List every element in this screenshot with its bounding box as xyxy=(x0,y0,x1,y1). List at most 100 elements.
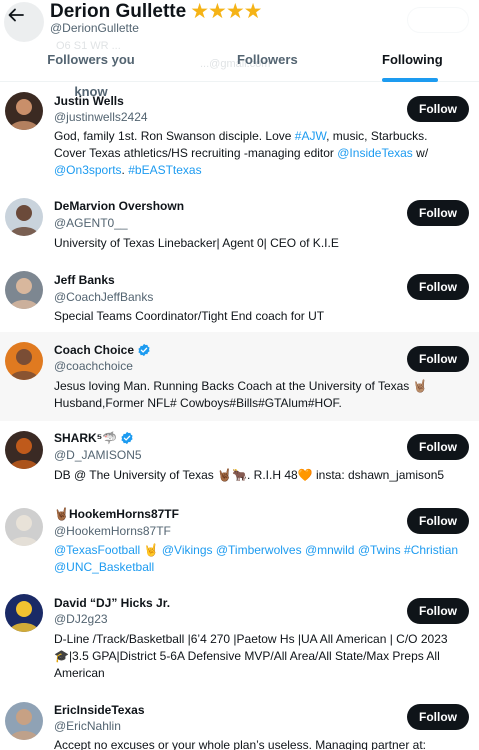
user-name-row[interactable]: SHARK⁵🦈 xyxy=(54,431,134,445)
user-handle: @justinwells2424 xyxy=(54,110,148,124)
user-handle: @CoachJeffBanks xyxy=(54,290,154,304)
user-bio: D-Line /Track/Basketball |6’4 270 |Paeto… xyxy=(54,631,472,682)
user-bio: Jesus loving Man. Running Backs Coach at… xyxy=(54,378,472,412)
mention-link[interactable]: @UNC_Basketball xyxy=(54,560,154,574)
avatar[interactable] xyxy=(5,702,43,740)
mention-link[interactable]: @On3sports xyxy=(54,163,122,177)
avatar[interactable] xyxy=(5,92,43,130)
avatar[interactable] xyxy=(5,198,43,236)
user-name[interactable]: SHARK⁵🦈 xyxy=(54,431,117,445)
user-cell[interactable]: Coach Choice @coachchoice Jesus loving Man… xyxy=(0,332,479,421)
user-name[interactable]: Jeff Banks xyxy=(54,273,115,287)
user-name[interactable]: 🤘🏾HookemHorns87TF xyxy=(54,507,179,521)
avatar[interactable] xyxy=(5,508,43,546)
user-cell[interactable]: 🤘🏾HookemHorns87TF @HookemHorns87TF @TexasF… xyxy=(0,502,479,585)
follow-button[interactable]: Follow xyxy=(407,508,469,534)
bio-text: 🤘 xyxy=(140,543,162,557)
user-bio: DB @ The University of Texas 🤘🏾🐂. R.I.H … xyxy=(54,467,472,484)
mention-link[interactable]: @InsideTexas xyxy=(337,146,413,160)
user-name[interactable]: David “DJ” Hicks Jr. xyxy=(54,596,170,610)
hashtag-link[interactable]: #bEASTtexas xyxy=(128,163,201,177)
mention-link[interactable]: @mnwild xyxy=(305,543,355,557)
user-handle: @EricNahlin xyxy=(54,719,121,733)
bio-text: God, family 1st. Ron Swanson disciple. L… xyxy=(54,129,295,143)
user-name-row[interactable]: EricInsideTexas xyxy=(54,703,145,717)
ghost-follow-button xyxy=(407,7,469,33)
mention-link[interactable]: @TexasFootball xyxy=(54,543,140,557)
mention-link[interactable]: @Timberwolves xyxy=(216,543,302,557)
user-name[interactable]: EricInsideTexas xyxy=(54,703,145,717)
avatar[interactable] xyxy=(5,271,43,309)
user-name-row[interactable]: Jeff Banks xyxy=(54,273,115,287)
bio-text: Jesus loving Man. Running Backs Coach at… xyxy=(54,379,428,393)
bio-text: , music, Starbucks. xyxy=(326,129,428,143)
user-name[interactable]: Coach Choice xyxy=(54,343,134,357)
bio-text: Accept no excuses or your whole plan’s u… xyxy=(54,738,426,750)
mention-link[interactable]: @Twins xyxy=(358,543,401,557)
user-bio: University of Texas Linebacker| Agent 0|… xyxy=(54,235,472,252)
profile-header: O6 S1 WR ... ...@gmail.com Derion Gullet… xyxy=(0,0,479,99)
hashtag-link[interactable]: #Christian xyxy=(404,543,458,557)
user-bio: @TexasFootball 🤘 @Vikings @Timberwolves … xyxy=(54,542,472,576)
user-bio: God, family 1st. Ron Swanson disciple. L… xyxy=(54,128,472,179)
bio-text: Cover Texas athletics/HS recruiting -man… xyxy=(54,146,338,160)
user-name-row[interactable]: David “DJ” Hicks Jr. xyxy=(54,596,170,610)
user-bio: Accept no excuses or your whole plan’s u… xyxy=(54,737,472,750)
user-name[interactable]: Justin Wells xyxy=(54,94,124,108)
tab-label: Followers xyxy=(237,52,298,67)
user-handle: @D_JAMISON5 xyxy=(54,448,142,462)
user-handle: @coachchoice xyxy=(54,359,133,373)
follow-button[interactable]: Follow xyxy=(407,96,469,122)
avatar[interactable] xyxy=(5,342,43,380)
back-arrow-icon[interactable] xyxy=(6,5,26,25)
person-avatar-icon xyxy=(9,438,39,469)
mention-link[interactable]: @Vikings xyxy=(162,543,213,557)
person-avatar-icon xyxy=(9,205,39,236)
follow-button[interactable]: Follow xyxy=(407,346,469,372)
bio-text: American xyxy=(54,666,105,680)
verified-badge-icon xyxy=(137,343,151,357)
user-cell[interactable]: Justin Wells @justinwells2424 God, family … xyxy=(0,82,479,189)
user-cell[interactable]: EricInsideTexas @EricNahlin Accept no excu… xyxy=(0,695,479,750)
bio-text: University of Texas Linebacker| Agent 0|… xyxy=(54,236,339,250)
follow-button[interactable]: Follow xyxy=(407,200,469,226)
profile-handle: @DerionGullette xyxy=(50,21,139,35)
tab-followers[interactable]: Followers xyxy=(237,44,298,82)
person-avatar-icon xyxy=(9,515,39,546)
person-avatar-icon xyxy=(9,278,39,309)
bio-text: D-Line /Track/Basketball |6’4 270 |Paeto… xyxy=(54,632,448,646)
user-cell[interactable]: Jeff Banks @CoachJeffBanks Special Teams C… xyxy=(0,263,479,332)
person-avatar-icon xyxy=(9,709,39,740)
user-name-row[interactable]: Justin Wells xyxy=(54,94,124,108)
tab-label: Following xyxy=(382,52,443,67)
user-cell[interactable]: SHARK⁵🦈 @D_JAMISON5 DB @ The University of… xyxy=(0,421,479,502)
hashtag-link[interactable]: #AJW xyxy=(295,129,326,143)
star-emoji-icons: ★★★★ xyxy=(190,0,262,23)
follow-button[interactable]: Follow xyxy=(407,434,469,460)
user-name-row[interactable]: Coach Choice xyxy=(54,343,151,357)
user-name-row[interactable]: 🤘🏾HookemHorns87TF xyxy=(54,507,179,521)
follow-tabs: Followers you know Followers Following xyxy=(0,44,479,99)
bio-text: Husband,Former NFL# Cowboys#Bills#GTAlum… xyxy=(54,396,342,410)
user-cell[interactable]: David “DJ” Hicks Jr. @DJ2g23 D-Line /Track… xyxy=(0,585,479,695)
tab-followers-you-know[interactable]: Followers you know xyxy=(35,44,147,99)
follow-button[interactable]: Follow xyxy=(407,704,469,730)
user-bio: Special Teams Coordinator/Tight End coac… xyxy=(54,308,472,325)
user-name[interactable]: DeMarvion Overshown xyxy=(54,199,184,213)
follow-button[interactable]: Follow xyxy=(407,274,469,300)
user-cell[interactable]: DeMarvion Overshown @AGENT0__ University o… xyxy=(0,189,479,263)
follow-button[interactable]: Follow xyxy=(407,598,469,624)
avatar[interactable] xyxy=(5,431,43,469)
user-handle: @HookemHorns87TF xyxy=(54,524,171,538)
user-handle: @AGENT0__ xyxy=(54,216,128,230)
verified-badge-icon xyxy=(120,431,134,445)
tab-following[interactable]: Following xyxy=(382,44,443,82)
profile-name: Derion Gullette xyxy=(50,0,187,22)
person-avatar-icon xyxy=(9,99,39,130)
avatar[interactable] xyxy=(5,594,43,632)
bio-text: DB @ The University of Texas 🤘🏾🐂. R.I.H … xyxy=(54,468,445,482)
user-name-row[interactable]: DeMarvion Overshown xyxy=(54,199,184,213)
bio-text: w/ xyxy=(412,146,429,160)
bio-text: Special Teams Coordinator/Tight End coac… xyxy=(54,309,325,323)
bio-text: 🎓|3.5 GPA|District 5-6A Defensive MVP/Al… xyxy=(54,649,440,663)
